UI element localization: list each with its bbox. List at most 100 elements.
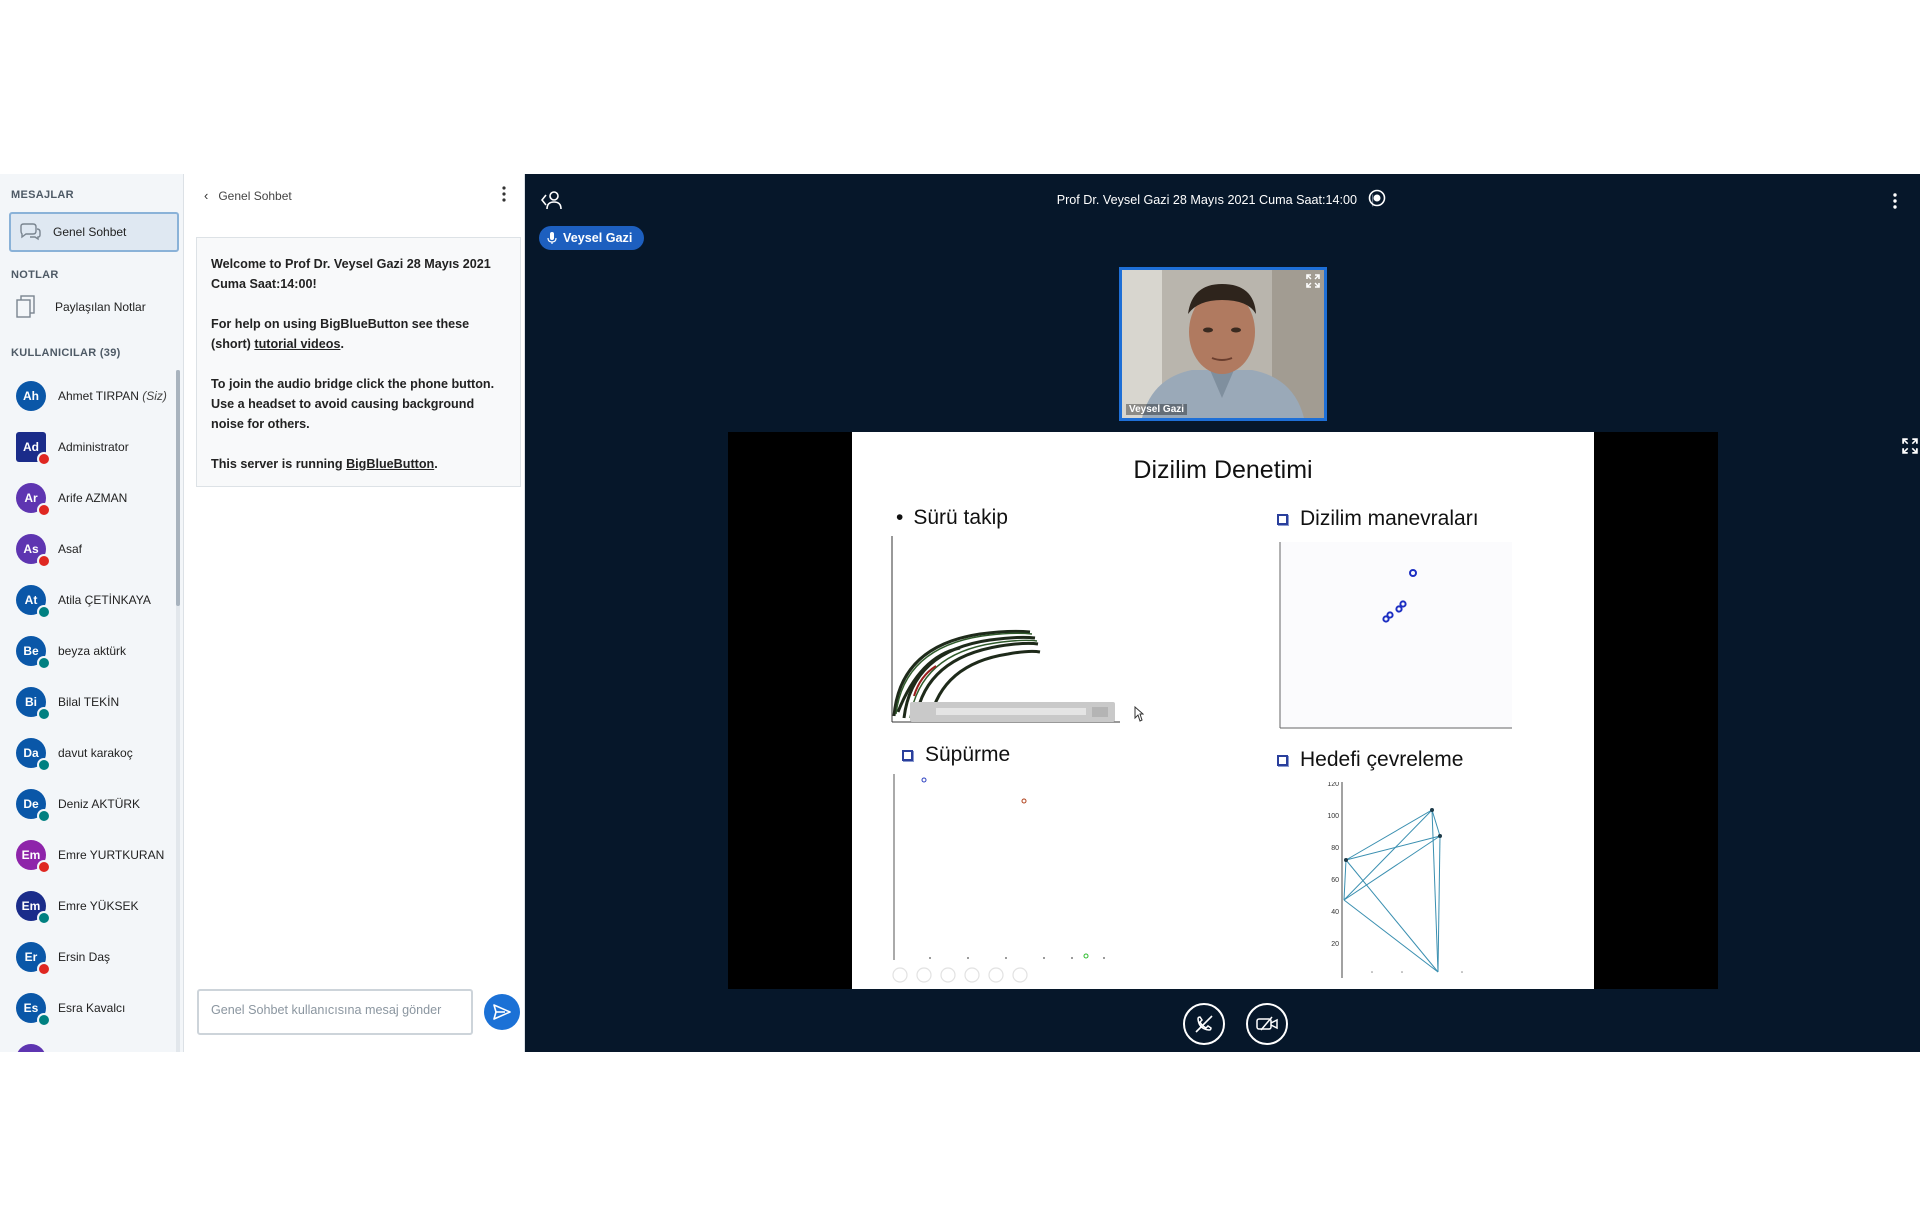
presentation-fullscreen-icon[interactable] xyxy=(1902,438,1918,459)
y-tick: 100 xyxy=(1327,813,1339,820)
user-name: beyza aktürk xyxy=(58,644,126,658)
user-list-item[interactable]: As Asaf xyxy=(0,523,176,574)
listen-only-icon xyxy=(37,604,51,619)
muted-mic-icon xyxy=(37,859,51,874)
user-list-item[interactable]: Ar Arife AZMAN xyxy=(0,472,176,523)
user-name-text: Emre YÜKSEK xyxy=(58,898,139,913)
avatar-initials: Er xyxy=(24,949,38,964)
muted-mic-icon xyxy=(37,502,51,517)
avatar: Bi xyxy=(16,686,51,721)
avatar-initials: Em xyxy=(21,847,41,862)
avatar: Ar xyxy=(16,482,51,517)
welcome-message: Welcome to Prof Dr. Veysel Gazi 28 Mayıs… xyxy=(196,237,521,487)
chat-message-input[interactable]: Genel Sohbet kullanıcısına mesaj gönder xyxy=(197,989,473,1035)
public-chat-item[interactable]: Genel Sohbet xyxy=(9,212,179,252)
y-tick: 20 xyxy=(1331,941,1339,948)
avatar: Gi xyxy=(16,1043,46,1053)
tutorial-link[interactable]: tutorial videos xyxy=(254,337,340,351)
bbb-app: MESAJLAR Genel Sohbet NOTLAR Paylaşılan … xyxy=(0,174,1920,1052)
user-list-item[interactable]: Er Ersin Daş xyxy=(0,931,176,982)
webcam-video[interactable]: Veysel Gazi xyxy=(1119,267,1327,421)
presentation-slide[interactable]: Dizilim Denetimi • Sürü takip Dizilim ma… xyxy=(852,432,1594,989)
webcam-feed-image xyxy=(1122,270,1324,418)
user-name: Ersin Daş xyxy=(58,950,110,964)
user-list-item[interactable]: Da davut karakoç xyxy=(0,727,176,778)
sweeping-plot xyxy=(892,774,1105,983)
avatar: As xyxy=(16,533,51,568)
users-section-title: KULLANICILAR (39) xyxy=(11,347,121,359)
user-list-item[interactable]: At Atila ÇETİNKAYA xyxy=(0,574,176,625)
section-3-label: Süpürme xyxy=(925,743,1011,766)
user-name: Giray Kuyumcu xyxy=(58,1052,140,1053)
talking-indicator[interactable]: Veysel Gazi xyxy=(539,226,645,250)
formation-maneuver-plot xyxy=(1279,542,1512,729)
user-list-item[interactable]: Em Emre YURTKURAN xyxy=(0,829,176,880)
y-tick: 120 xyxy=(1327,782,1339,788)
mouse-cursor-icon xyxy=(1134,706,1144,722)
user-list-item[interactable]: Ah Ahmet TIRPAN (Siz) xyxy=(0,370,176,421)
user-name: Emre YÜKSEK xyxy=(58,899,138,913)
checkbox-bullet-icon xyxy=(1277,754,1288,766)
meeting-title-text: Prof Dr. Veysel Gazi 28 Mayıs 2021 Cuma … xyxy=(1056,193,1358,207)
bbb-link[interactable]: BigBlueButton xyxy=(346,457,434,471)
webcam-username[interactable]: Veysel Gazi xyxy=(1126,404,1188,415)
muted-mic-icon xyxy=(37,451,51,466)
webcam-fullscreen-icon[interactable] xyxy=(1306,274,1320,293)
user-name-text: Deniz AKTÜRK xyxy=(58,796,141,811)
listen-only-icon xyxy=(37,808,51,823)
chat-panel: ‹ Genel Sohbet Welcome to Prof Dr. Veyse… xyxy=(184,174,525,1052)
phone-off-icon xyxy=(1195,1015,1213,1033)
avatar: Es xyxy=(16,992,51,1027)
user-list-item[interactable]: De Deniz AKTÜRK xyxy=(0,778,176,829)
shared-notes-item[interactable]: Paylaşılan Notlar xyxy=(15,290,146,324)
user-name: Deniz AKTÜRK xyxy=(58,797,140,811)
section-4-label: Hedefi çevreleme xyxy=(1300,748,1464,771)
record-icon[interactable] xyxy=(1368,189,1386,212)
options-menu-icon[interactable] xyxy=(1893,193,1897,214)
avatar-initials: Bi xyxy=(25,694,37,709)
meeting-title: Prof Dr. Veysel Gazi 28 Mayıs 2021 Cuma … xyxy=(525,193,1920,207)
slide-title: Dizilim Denetimi xyxy=(1133,456,1313,484)
user-name: Ahmet TIRPAN (Siz) xyxy=(58,389,167,403)
avatar: Er xyxy=(16,941,51,976)
listen-only-icon xyxy=(37,706,51,721)
user-name: Esra Kavalcı xyxy=(58,1001,125,1015)
share-webcam-button[interactable] xyxy=(1246,1003,1288,1045)
user-list-item[interactable]: Em Emre YÜKSEK xyxy=(0,880,176,931)
user-name: Administrator xyxy=(58,440,129,454)
user-list-item[interactable]: Bi Bilal TEKİN xyxy=(0,676,176,727)
user-list-scroll-thumb[interactable] xyxy=(176,370,180,606)
user-list-item[interactable]: Ad Administrator xyxy=(0,421,176,472)
avatar-initials: Gi xyxy=(25,1052,38,1053)
user-name: davut karakoç xyxy=(58,746,133,760)
user-name: Asaf xyxy=(58,542,82,556)
user-name-text: Ahmet TIRPAN xyxy=(58,388,139,403)
chat-header[interactable]: ‹ Genel Sohbet xyxy=(204,188,292,203)
leave-audio-button[interactable] xyxy=(1183,1003,1225,1045)
user-list-item[interactable]: Gi Giray Kuyumcu xyxy=(0,1033,176,1052)
muted-mic-icon xyxy=(37,553,51,568)
user-name-text: Administrator xyxy=(58,439,129,454)
chat-options-icon[interactable] xyxy=(502,186,506,202)
server-suffix: . xyxy=(434,457,438,471)
user-name-text: Asaf xyxy=(58,541,83,556)
avatar: Be xyxy=(16,635,51,670)
send-message-button[interactable] xyxy=(484,994,520,1030)
bullet-dot: • xyxy=(896,506,904,529)
user-name-text: Emre YURTKURAN xyxy=(58,847,165,862)
user-list-item[interactable]: Es Esra Kavalcı xyxy=(0,982,176,1033)
main-presentation-area: Prof Dr. Veysel Gazi 28 Mayıs 2021 Cuma … xyxy=(525,174,1920,1052)
send-icon xyxy=(493,1004,511,1020)
muted-mic-icon xyxy=(37,961,51,976)
section-1-label: Sürü takip xyxy=(913,506,1008,529)
user-name: Emre YURTKURAN xyxy=(58,848,164,862)
checkbox-bullet-icon xyxy=(902,749,913,761)
server-line: This server is running BigBlueButton. xyxy=(211,454,506,474)
microphone-icon xyxy=(547,232,557,244)
notes-section-title: NOTLAR xyxy=(11,269,59,281)
user-list-item[interactable]: Be beyza aktürk xyxy=(0,625,176,676)
user-name: Arife AZMAN xyxy=(58,491,127,505)
chevron-left-icon[interactable]: ‹ xyxy=(204,188,208,203)
slide-section-1: • Sürü takip xyxy=(896,506,1008,530)
user-name-text: Bilal TEKİN xyxy=(58,694,120,709)
